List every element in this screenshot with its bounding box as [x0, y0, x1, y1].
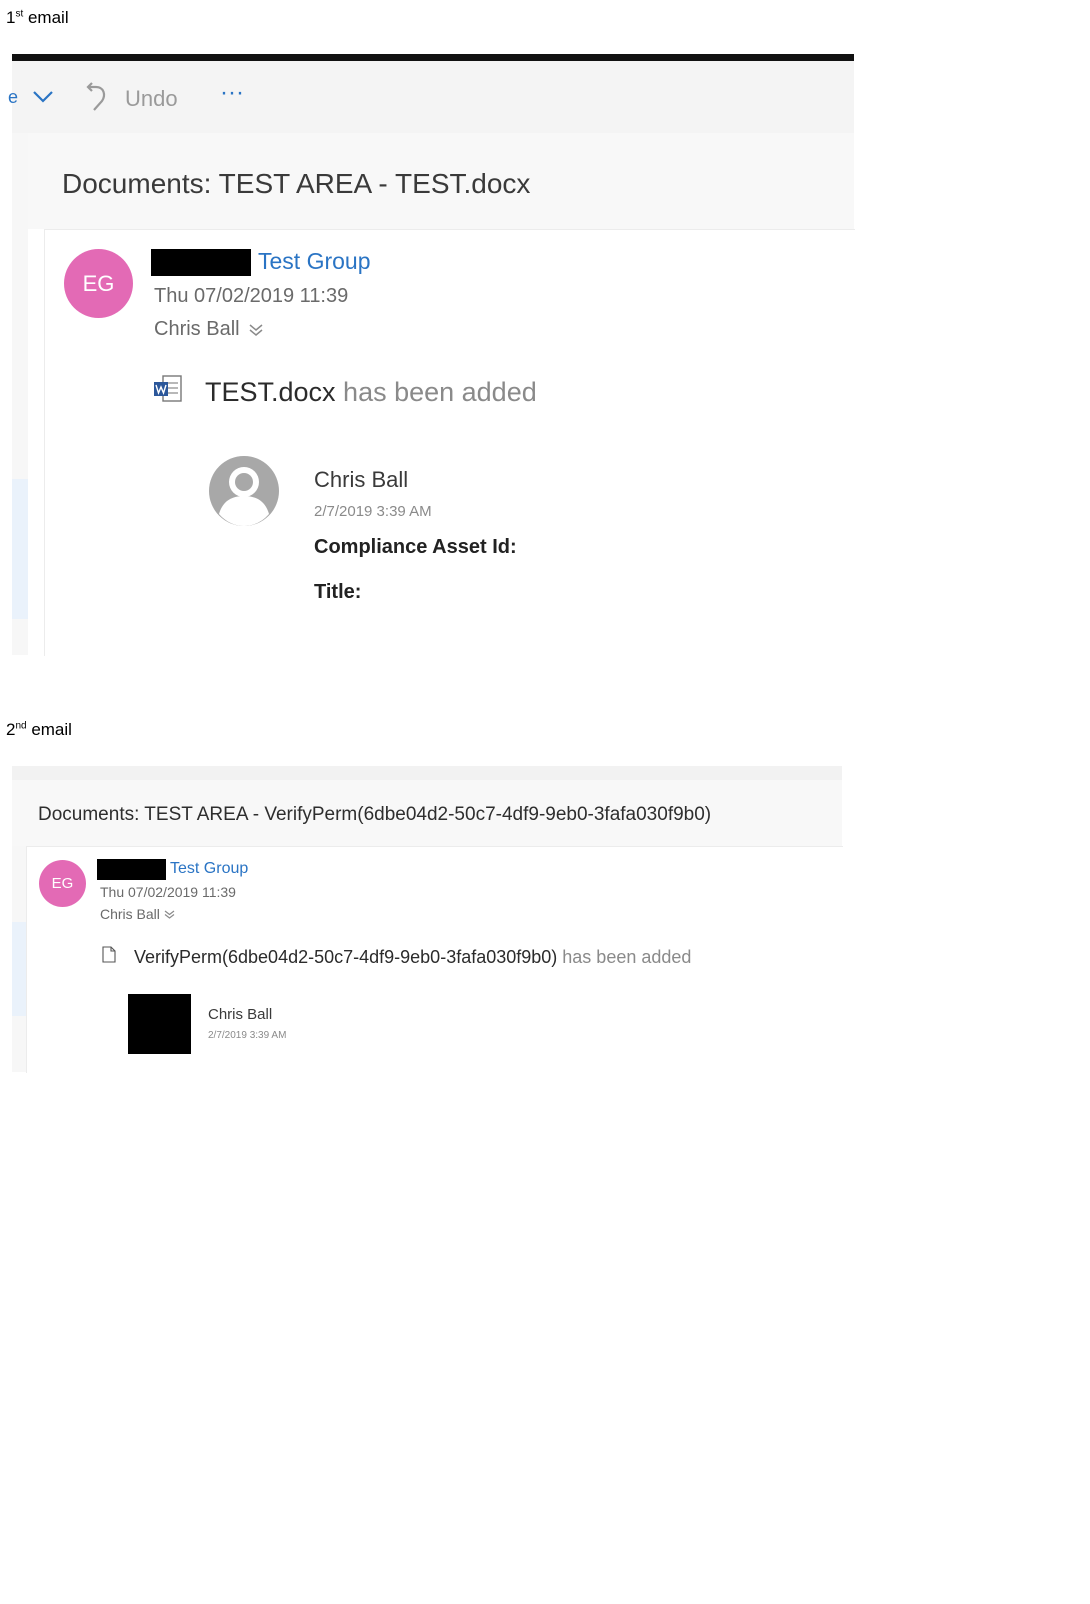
chevron-down-icon[interactable]	[32, 89, 54, 105]
toolbar: e Undo ···	[8, 61, 854, 133]
redacted-author-avatar	[128, 994, 191, 1054]
redacted-sender-name	[97, 859, 166, 880]
user-placeholder-icon	[209, 456, 279, 526]
sent-date: Thu 07/02/2019 11:39	[100, 884, 236, 900]
toolbar-partial-label[interactable]: e	[8, 87, 18, 108]
document-added-text: VerifyPerm(6dbe04d2-50c7-4df9-9eb0-3fafa…	[134, 947, 691, 968]
caption-first-email: 1st email	[6, 8, 69, 27]
email-2-screenshot: Documents: TEST AREA - VerifyPerm(6dbe04…	[12, 766, 843, 1073]
email-subject: Documents: TEST AREA - VerifyPerm(6dbe04…	[38, 804, 712, 825]
sender-avatar[interactable]: EG	[64, 249, 133, 318]
redacted-sender-name	[151, 249, 251, 276]
generic-file-icon	[102, 946, 116, 963]
sender-avatar[interactable]: EG	[39, 860, 86, 907]
added-suffix: has been added	[557, 947, 692, 967]
chevron-double-down-icon[interactable]	[164, 909, 175, 920]
author-name: Chris Ball	[208, 1006, 273, 1023]
recipient-name[interactable]: Chris Ball	[154, 318, 240, 341]
word-document-icon	[154, 375, 182, 402]
more-options-icon[interactable]: ···	[220, 79, 244, 107]
sender-group-link[interactable]: Test Group	[258, 248, 371, 275]
chevron-double-down-icon[interactable]	[248, 322, 264, 338]
title-label: Title:	[314, 581, 362, 603]
caption-second-email: 2nd email	[6, 720, 72, 739]
document-file-name[interactable]: VerifyPerm(6dbe04d2-50c7-4df9-9eb0-3fafa…	[134, 947, 557, 967]
window-top-border	[12, 54, 854, 61]
compliance-asset-id-label: Compliance Asset Id:	[314, 536, 517, 558]
email-1-screenshot: e Undo ··· Documents: TEST AREA - TEST.d…	[8, 54, 855, 656]
top-strip	[12, 766, 842, 780]
sent-date: Thu 07/02/2019 11:39	[154, 285, 349, 307]
undo-icon[interactable]	[84, 81, 110, 113]
author-name: Chris Ball	[314, 467, 409, 492]
author-date: 2/7/2019 3:39 AM	[314, 503, 432, 520]
left-pane-selected	[12, 479, 28, 619]
sender-group-link[interactable]: Test Group	[170, 860, 248, 878]
undo-button[interactable]: Undo	[125, 86, 178, 112]
author-date: 2/7/2019 3:39 AM	[208, 1030, 287, 1041]
left-pane-selected	[12, 922, 26, 1016]
document-file-name[interactable]: TEST.docx	[205, 377, 336, 407]
document-added-text: TEST.docx has been added	[205, 377, 537, 408]
email-subject: Documents: TEST AREA - TEST.docx	[62, 168, 531, 199]
recipient-name[interactable]: Chris Ball	[100, 906, 160, 922]
added-suffix: has been added	[335, 377, 537, 407]
